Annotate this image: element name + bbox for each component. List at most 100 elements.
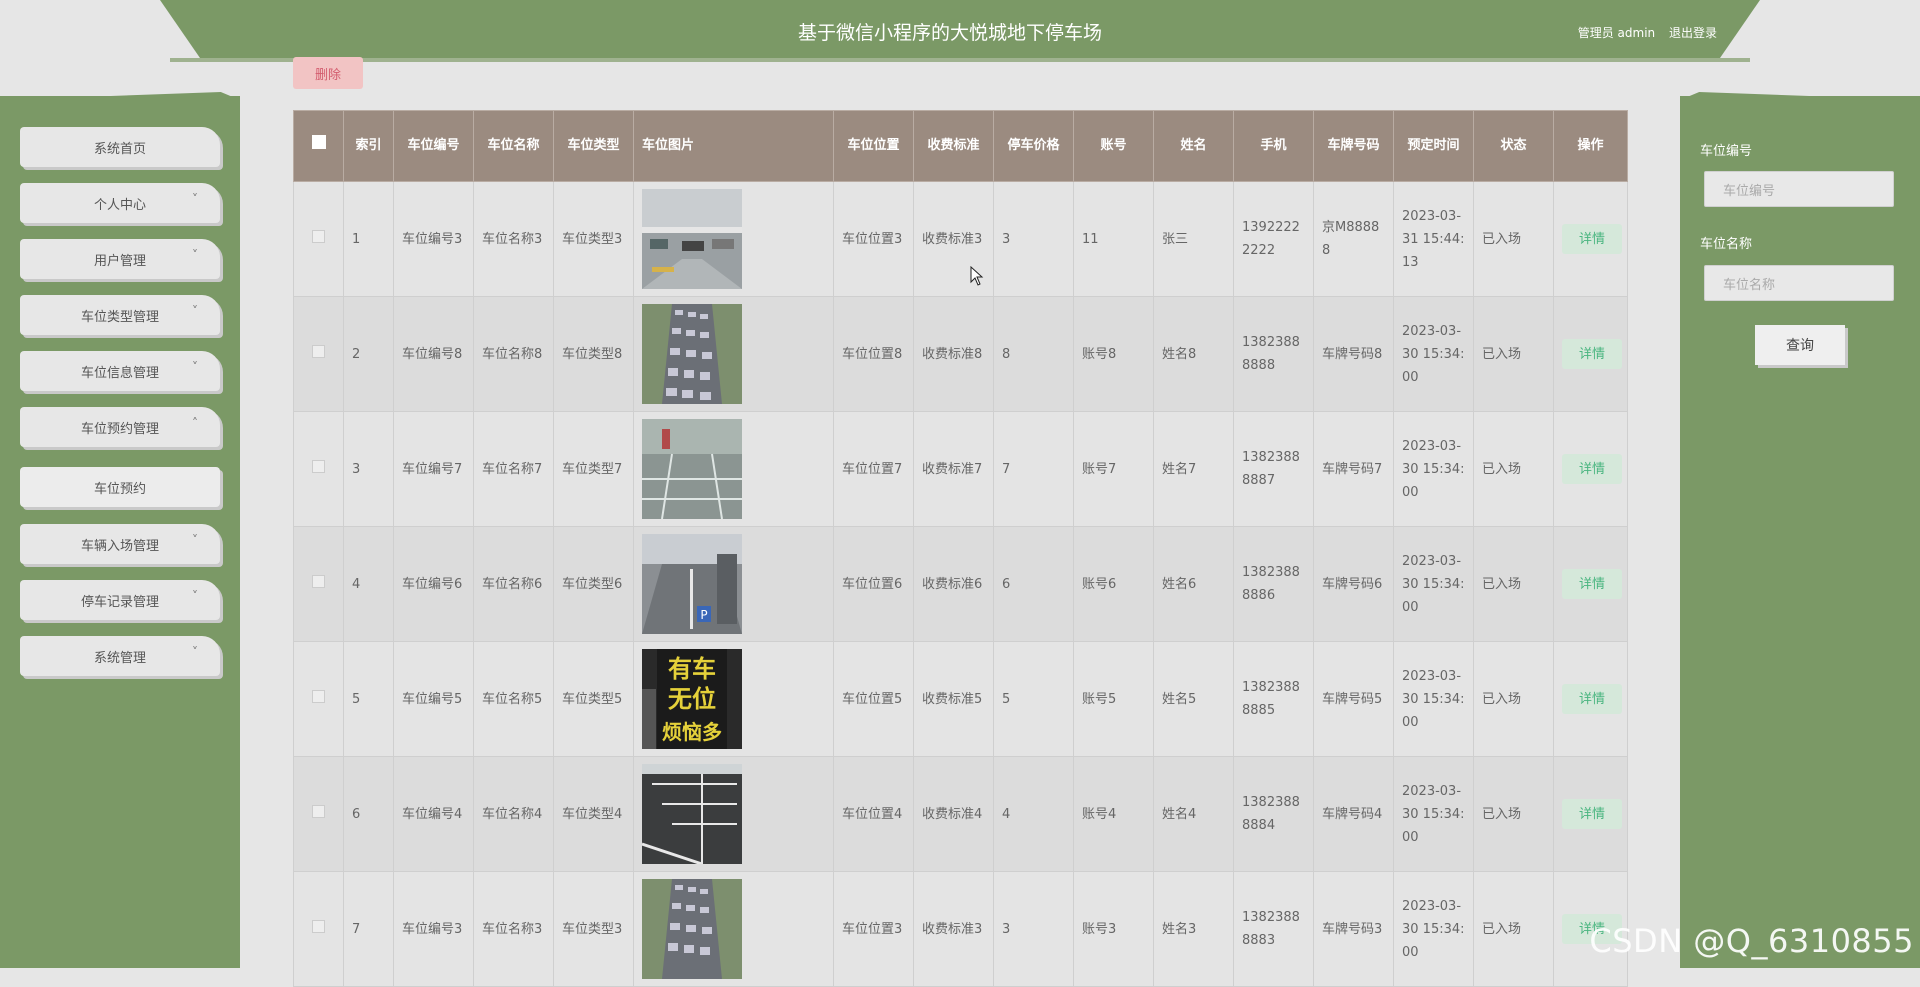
detail-button[interactable]: 详情 — [1562, 339, 1622, 369]
query-button[interactable]: 查询 — [1755, 325, 1845, 365]
cell-action: 详情 — [1553, 181, 1628, 297]
detail-button[interactable]: 详情 — [1562, 799, 1622, 829]
sidebar-item-9[interactable]: 系统管理 ˅ — [20, 636, 220, 676]
search-panel — [1680, 96, 1920, 968]
page-title: 基于微信小程序的大悦城地下停车场 — [797, 22, 1102, 44]
sidebar-item-2[interactable]: 用户管理 ˅ — [20, 239, 220, 279]
cell-price: 8 — [993, 296, 1074, 412]
row-checkbox[interactable] — [312, 459, 325, 473]
table-row: 6 车位编号4 车位名称4 车位类型4 车位位置4 收费标准4 4 账号4 姓名4 1382388… — [293, 756, 1628, 872]
col-header-status: 状态 — [1473, 110, 1554, 182]
detail-button[interactable]: 详情 — [1562, 569, 1622, 599]
cell-code: 车位编号4 — [393, 756, 474, 872]
cell-location: 车位位置3 — [833, 181, 914, 297]
row-checkbox[interactable] — [312, 689, 325, 703]
svg-text:有车: 有车 — [668, 655, 716, 683]
sidebar-item-0[interactable]: 系统首页 — [20, 127, 220, 167]
code-search-input[interactable]: 车位编号 — [1704, 171, 1894, 207]
cell-plate: 车牌号码5 — [1313, 641, 1394, 757]
cell-type: 车位类型4 — [553, 756, 634, 872]
col-header-action: 操作 — [1553, 110, 1628, 182]
col-header-name: 车位名称 — [473, 110, 554, 182]
cell-plate: 车牌号码4 — [1313, 756, 1394, 872]
cell-plate: 车牌号码8 — [1313, 296, 1394, 412]
chevron-down-icon: ˅ — [192, 248, 198, 262]
select-all-checkbox[interactable] — [311, 135, 326, 149]
cell-index: 5 — [343, 641, 394, 757]
row-select-cell — [293, 641, 344, 757]
table-row: 4 车位编号6 车位名称6 车位类型6 P 车位位置6 收费标准6 6 账号6 姓名6 138238… — [293, 526, 1628, 642]
row-select-cell — [293, 871, 344, 987]
col-header-plate: 车牌号码 — [1313, 110, 1394, 182]
sidebar-item-8[interactable]: 停车记录管理 ˅ — [20, 580, 220, 620]
cell-fee: 收费标准7 — [913, 411, 994, 527]
col-header-phone: 手机 — [1233, 110, 1314, 182]
cell-time: 2023-03-30 15:34:00 — [1393, 526, 1474, 642]
cell-location: 车位位置6 — [833, 526, 914, 642]
table-body: 1 车位编号3 车位名称3 车位类型3 车位位置3 收费标准3 3 11 张三 139222222… — [293, 181, 1628, 987]
cell-location: 车位位置5 — [833, 641, 914, 757]
sidebar-item-4[interactable]: 车位信息管理 ˅ — [20, 351, 220, 391]
sidebar-item-label: 系统首页 — [93, 141, 146, 157]
svg-text:P: P — [700, 608, 707, 622]
cell-index: 6 — [343, 756, 394, 872]
row-checkbox[interactable] — [312, 344, 325, 358]
cell-price: 5 — [993, 641, 1074, 757]
cell-phone: 13823888886 — [1233, 526, 1314, 642]
sidebar-item-3[interactable]: 车位类型管理 ˅ — [20, 295, 220, 335]
logout-link[interactable]: 退出登录 — [1669, 26, 1717, 40]
detail-button[interactable]: 详情 — [1562, 224, 1622, 254]
row-checkbox[interactable] — [312, 574, 325, 588]
cell-status: 已入场 — [1473, 641, 1554, 757]
row-checkbox[interactable] — [312, 229, 325, 243]
cell-action: 详情 — [1553, 526, 1628, 642]
chevron-down-icon: ˅ — [192, 533, 198, 547]
cell-image — [633, 181, 834, 297]
cell-time: 2023-03-30 15:34:00 — [1393, 296, 1474, 412]
cell-phone: 13922222222 — [1233, 181, 1314, 297]
cell-action: 详情 — [1553, 641, 1628, 757]
detail-button[interactable]: 详情 — [1562, 454, 1622, 484]
col-header-time: 预定时间 — [1393, 110, 1474, 182]
cell-fee: 收费标准3 — [913, 871, 994, 987]
cell-location: 车位位置8 — [833, 296, 914, 412]
cell-image: P — [633, 526, 834, 642]
cell-name: 车位名称3 — [473, 871, 554, 987]
mouse-cursor-icon — [970, 266, 984, 286]
cell-name: 车位名称8 — [473, 296, 554, 412]
cell-location: 车位位置3 — [833, 871, 914, 987]
parking-spot-photo — [642, 419, 742, 519]
sidebar-item-6[interactable]: 车位预约 — [20, 467, 220, 507]
cell-type: 车位类型8 — [553, 296, 634, 412]
sidebar-item-label: 系统管理 — [93, 650, 146, 666]
cell-person: 姓名3 — [1153, 871, 1234, 987]
cell-phone: 13823888885 — [1233, 641, 1314, 757]
cell-phone: 13823888884 — [1233, 756, 1314, 872]
cell-code: 车位编号7 — [393, 411, 474, 527]
detail-button[interactable]: 详情 — [1562, 684, 1622, 714]
parking-spot-photo — [642, 304, 742, 404]
cell-code: 车位编号5 — [393, 641, 474, 757]
cell-index: 4 — [343, 526, 394, 642]
sidebar-item-1[interactable]: 个人中心 ˅ — [20, 183, 220, 223]
row-checkbox[interactable] — [312, 919, 325, 933]
user-name: 管理员 admin — [1577, 26, 1656, 40]
row-checkbox[interactable] — [312, 804, 325, 818]
sidebar-item-5[interactable]: 车位预约管理 ˄ — [20, 407, 220, 447]
cell-plate: 京M88888 — [1313, 181, 1394, 297]
cell-fee: 收费标准6 — [913, 526, 994, 642]
code-label: 车位编号 — [1700, 144, 1753, 159]
name-search-input[interactable]: 车位名称 — [1704, 265, 1894, 301]
sidebar-item-7[interactable]: 车辆入场管理 ˅ — [20, 524, 220, 564]
cell-type: 车位类型7 — [553, 411, 634, 527]
cell-time: 2023-03-31 15:44:13 — [1393, 181, 1474, 297]
delete-button[interactable]: 删除 — [293, 57, 363, 89]
cell-name: 车位名称5 — [473, 641, 554, 757]
cell-price: 3 — [993, 871, 1074, 987]
cell-name: 车位名称4 — [473, 756, 554, 872]
sidebar-item-label: 个人中心 — [93, 197, 146, 213]
sidebar-item-label: 车位类型管理 — [80, 309, 159, 325]
cell-index: 2 — [343, 296, 394, 412]
cell-type: 车位类型6 — [553, 526, 634, 642]
cell-plate: 车牌号码7 — [1313, 411, 1394, 527]
